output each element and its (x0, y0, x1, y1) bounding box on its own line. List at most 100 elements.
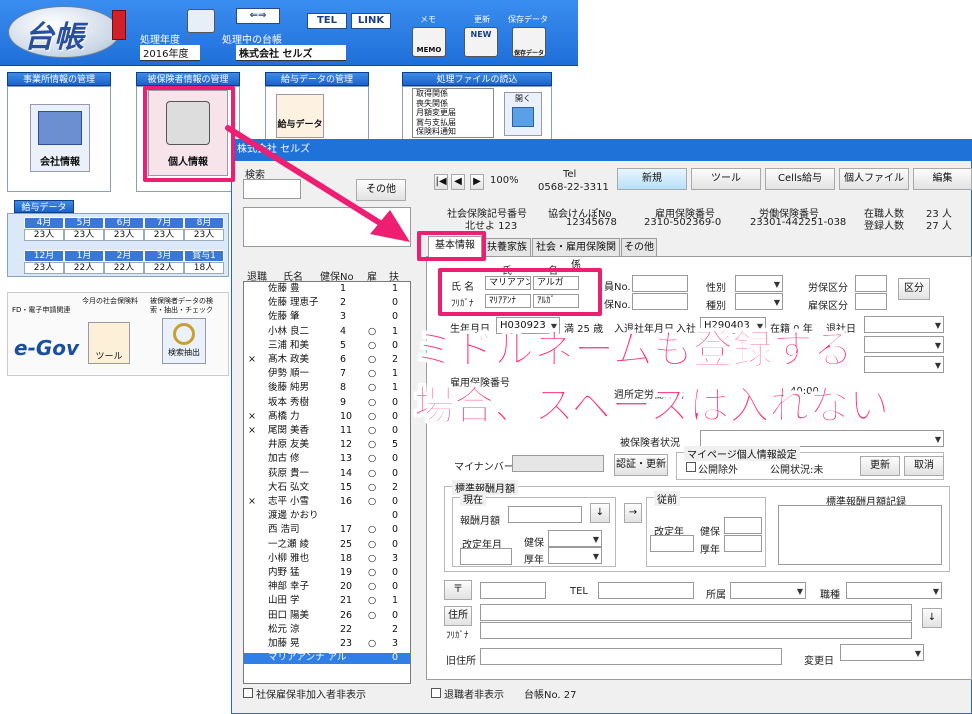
employ-class-input[interactable] (855, 293, 887, 310)
before-pension-input[interactable] (724, 535, 762, 552)
egov-logo[interactable]: e-Gov (14, 336, 79, 360)
update-icon[interactable]: NEW (464, 27, 498, 57)
grid-header[interactable]: 8月 (184, 217, 224, 229)
employee-row[interactable]: 神部 幸子 20 ○ 0 (244, 581, 410, 593)
employee-list[interactable]: 佐藤 豊 1 1 佐藤 理恵子 2 0 佐藤 肇 3 0 小林 良二 4 ○ 1 三浦 和美 5 ○ 0 × 髙木 … (243, 281, 411, 684)
revision-year-input[interactable] (650, 535, 694, 552)
employee-row[interactable]: × 髙橋 力 10 ○ 0 (244, 411, 410, 423)
link-button[interactable]: LINK (351, 13, 391, 29)
type-select[interactable] (735, 293, 783, 310)
update-button[interactable]: 更新 (860, 456, 900, 476)
company-info-button[interactable]: 会社情報 (30, 104, 90, 172)
personal-file-button[interactable]: 個人ファイル (839, 168, 909, 190)
employee-row[interactable]: 小林 良二 4 ○ 1 (244, 326, 410, 338)
employee-row[interactable]: 後藤 純男 8 ○ 1 (244, 383, 410, 394)
employee-row[interactable]: 佐藤 豊 1 1 (244, 283, 410, 295)
search-extract-button[interactable]: 検索抽出 (162, 318, 206, 364)
employee-row[interactable]: 小柳 雅也 18 ○ 3 (244, 553, 410, 565)
calendar-icon[interactable] (187, 9, 215, 33)
employee-row[interactable]: × 尾関 美香 11 ○ 0 (244, 425, 410, 437)
address-button[interactable]: 住所 (444, 606, 472, 626)
employee-row[interactable]: 西 浩司 17 ○ 0 (244, 525, 410, 536)
tab-other[interactable]: その他 (621, 238, 657, 256)
class-button[interactable]: 区分 (898, 278, 930, 300)
health-select[interactable] (548, 530, 602, 547)
employee-row[interactable]: × 髙木 政美 6 ○ 2 (244, 354, 410, 366)
first-record-button[interactable]: |◀ (434, 174, 448, 190)
gender-select[interactable] (735, 275, 783, 292)
employee-row[interactable]: マリアアンナ アル 0 (244, 652, 410, 664)
dept-select[interactable] (730, 582, 806, 599)
phone-input[interactable] (598, 582, 694, 599)
employee-row[interactable]: 坂本 秀樹 9 ○ 0 (244, 397, 410, 409)
cells-salary-button[interactable]: Cells給与 (765, 168, 835, 190)
pension-select[interactable] (548, 547, 602, 564)
grid-header[interactable]: 12月 (24, 250, 64, 262)
grid-header[interactable]: 1月 (64, 250, 104, 262)
job-select[interactable] (846, 582, 942, 599)
address-down-button[interactable]: ↓ (922, 608, 942, 628)
employee-row[interactable]: 佐藤 理恵子 2 0 (244, 297, 410, 309)
revision-input[interactable] (460, 548, 512, 565)
grid-header[interactable]: 4月 (24, 217, 64, 229)
employee-row[interactable]: 荻原 貴一 14 ○ 0 (244, 468, 410, 480)
personal-no-input[interactable] (632, 275, 688, 292)
unenrolled-checkbox[interactable] (243, 688, 253, 698)
file-list-item[interactable]: 喪失関係 (416, 99, 493, 109)
tab-dependents[interactable]: 扶養家族 (483, 238, 531, 256)
postal-button[interactable]: 〒 (444, 580, 472, 600)
employee-row[interactable]: 大石 弘文 15 ○ 2 (244, 482, 410, 494)
save-data-icon[interactable]: 保存データ (512, 27, 546, 57)
grid-header[interactable]: 3月 (144, 250, 184, 262)
file-list-item[interactable]: 月額変更届 (416, 108, 493, 118)
file-list-item[interactable]: 賞与支払届 (416, 118, 493, 128)
grid-header[interactable]: 5月 (64, 217, 104, 229)
auth-update-button[interactable]: 認証・更新 (614, 454, 668, 476)
edit-button[interactable]: 編集 (913, 168, 972, 190)
old-address-input[interactable] (480, 648, 782, 665)
employee-row[interactable]: 三浦 和美 5 ○ 0 (244, 340, 410, 352)
std-amount-input[interactable] (508, 506, 582, 523)
grid-header[interactable]: 賞与1 (184, 250, 224, 262)
change-date-select[interactable] (840, 644, 924, 661)
employee-row[interactable]: 佐藤 肇 3 0 (244, 312, 410, 323)
employee-row[interactable]: 松元 涼 22 2 (244, 624, 410, 636)
employee-row[interactable]: 内野 猛 19 ○ 0 (244, 567, 410, 579)
employee-row[interactable]: 一之瀬 綾 25 ○ 0 (244, 539, 410, 551)
employee-row[interactable]: × 志平 小雪 16 ○ 0 (244, 496, 410, 508)
tel-button[interactable]: TEL (307, 13, 347, 29)
mynumber-input[interactable] (512, 455, 604, 472)
employee-row[interactable]: 渡邊 かおり 0 (244, 510, 410, 522)
grid-header[interactable]: 6月 (104, 217, 144, 229)
employee-row[interactable]: 加藤 晃 23 ○ 3 (244, 638, 410, 650)
postal-input[interactable] (480, 582, 546, 599)
tool-button[interactable]: ツール (88, 322, 130, 364)
employee-row[interactable]: 井原 友美 12 ○ 5 (244, 439, 410, 451)
address-kana-input[interactable] (480, 622, 912, 639)
labor-class-input[interactable] (855, 275, 887, 292)
employee-row[interactable]: 田口 陽美 26 ○ 0 (244, 610, 410, 622)
down-arrow-button[interactable]: ↓ (590, 503, 610, 523)
employee-row[interactable]: 加古 修 13 ○ 0 (244, 454, 410, 465)
file-list[interactable]: 取得関係 喪失関係 月額変更届 賞与支払届 保険料通知 (412, 88, 494, 138)
right-arrow-button[interactable]: → (624, 503, 642, 523)
record-list[interactable] (778, 505, 942, 565)
switch-arrows-icon[interactable]: ⇐⇒ (236, 8, 280, 24)
tool-dialog-button[interactable]: ツール (691, 168, 761, 190)
retired-hide-checkbox[interactable] (431, 688, 441, 698)
file-list-item[interactable]: 取得関係 (416, 89, 493, 99)
grid-header[interactable]: 2月 (104, 250, 144, 262)
memo-icon[interactable]: MEMO (412, 27, 446, 57)
ins-no-input[interactable] (632, 293, 688, 310)
cancel-button[interactable]: 取消 (904, 456, 944, 476)
grid-header[interactable]: 7月 (144, 217, 184, 229)
before-health-input[interactable] (724, 517, 762, 534)
file-list-item[interactable]: 保険料通知 (416, 127, 493, 137)
next-record-button[interactable]: ▶ (470, 174, 484, 190)
new-button[interactable]: 新規 (617, 168, 687, 190)
employee-row[interactable]: 山田 学 21 ○ 1 (244, 596, 410, 607)
public-exclude-checkbox[interactable] (686, 462, 696, 472)
open-file-button[interactable]: 開く (504, 92, 542, 136)
employee-row[interactable]: 伊勢 順一 7 ○ 1 (244, 368, 410, 380)
prev-record-button[interactable]: ◀ (451, 174, 465, 190)
